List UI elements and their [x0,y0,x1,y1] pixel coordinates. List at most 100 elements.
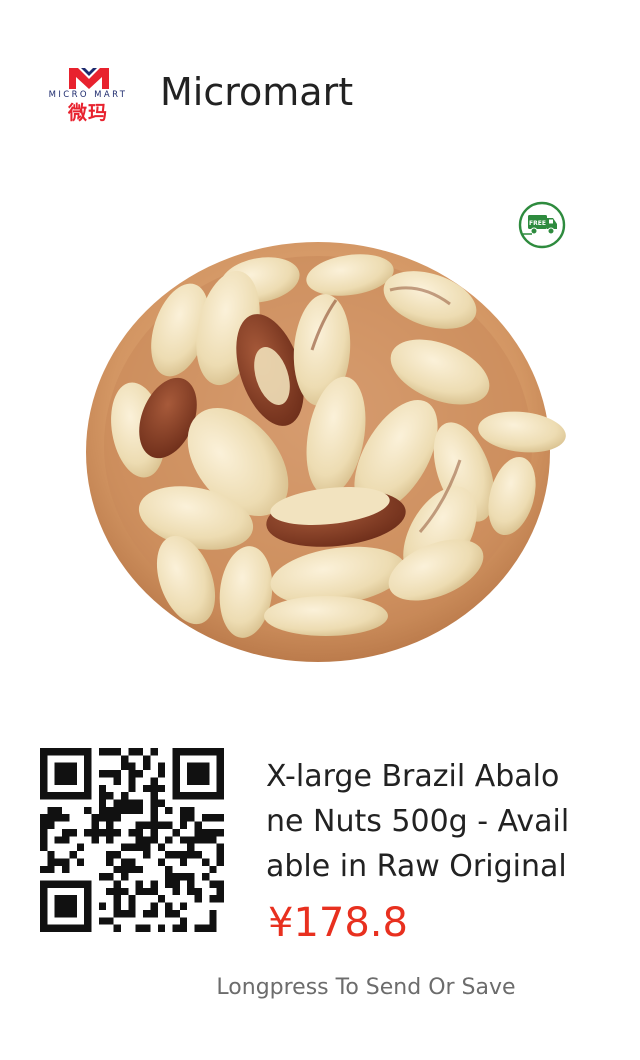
qr-module [201,748,210,756]
qr-module [194,792,202,800]
qr-module [40,784,48,793]
qr-module [84,748,92,756]
qr-module [165,880,173,888]
qr-module [135,887,144,896]
qr-module [209,909,217,918]
qr-module [194,770,202,778]
qr-module [135,806,144,815]
qr-module [120,806,129,815]
qr-module [179,873,188,881]
qr-module [84,770,92,778]
qr-module [165,902,173,910]
qr-module [135,836,144,844]
logo-text-cn: 微玛 [67,102,108,124]
qr-module [150,784,158,793]
qr-module [201,828,210,837]
qr-module [194,748,202,756]
qr-code-icon[interactable] [40,748,224,932]
qr-module [40,836,48,844]
qr-module [187,770,195,778]
qr-module [179,814,188,822]
qr-module [179,748,188,756]
qr-module [113,806,121,815]
qr-module [201,836,210,844]
qr-module [84,792,92,800]
qr-module [135,748,144,756]
qr-module [172,770,180,778]
qr-module [40,880,48,888]
qr-module [84,784,92,793]
qr-module [216,880,224,888]
qr-module [128,762,136,771]
qr-module [135,880,144,888]
qr-module [113,865,121,874]
qr-module [194,828,202,837]
qr-module [98,806,107,815]
qr-module [128,902,136,910]
qr-module [179,851,188,859]
qr-module [216,770,224,778]
qr-module [209,814,217,822]
qr-module [179,924,188,932]
qr-module [47,814,55,822]
qr-module [106,770,114,778]
qr-module [135,770,144,778]
qr-module [216,858,224,866]
qr-module [106,828,114,837]
qr-module [172,828,180,837]
qr-module [84,887,92,896]
qr-module [201,792,210,800]
qr-module [194,836,202,844]
qr-module [216,762,224,771]
qr-module [216,777,224,785]
product-price: ¥178.8 [268,900,408,946]
qr-module [172,851,180,859]
qr-module [98,814,107,822]
qr-module [172,880,180,888]
qr-module [209,880,217,888]
longpress-hint: Longpress To Send Or Save [216,975,516,1000]
qr-module [76,924,85,932]
qr-module [194,821,202,829]
qr-module [143,762,151,771]
qr-module [54,836,63,844]
qr-module [143,755,151,763]
qr-module [40,762,48,771]
qr-module [120,909,129,918]
qr-module [113,828,121,837]
qr-module [76,792,85,800]
qr-module [40,828,48,837]
qr-module [194,887,202,896]
qr-module [106,851,114,859]
qr-module [76,880,85,888]
qr-module [69,909,77,918]
qr-module [165,806,173,815]
qr-module [187,806,195,815]
qr-module [157,895,166,903]
qr-module [143,836,151,844]
product-title-line-2: ne Nuts 500g - Avail [266,804,570,839]
store-name: Micromart [160,70,354,114]
qr-module [187,851,195,859]
qr-module [128,865,136,874]
qr-module [98,873,107,881]
qr-module [62,777,70,785]
product-image[interactable] [60,200,580,690]
qr-module [135,865,144,874]
qr-module [150,748,158,756]
qr-module [69,895,77,903]
qr-module [47,792,55,800]
qr-module [91,821,99,829]
qr-module [54,858,63,866]
qr-module [98,748,107,756]
qr-module [113,895,121,903]
qr-module [69,851,77,859]
qr-module [216,851,224,859]
qr-module [135,924,144,932]
qr-module [91,828,99,837]
qr-module [113,909,121,918]
qr-module [150,887,158,896]
qr-module [216,792,224,800]
qr-module [69,762,77,771]
qr-module [150,880,158,888]
